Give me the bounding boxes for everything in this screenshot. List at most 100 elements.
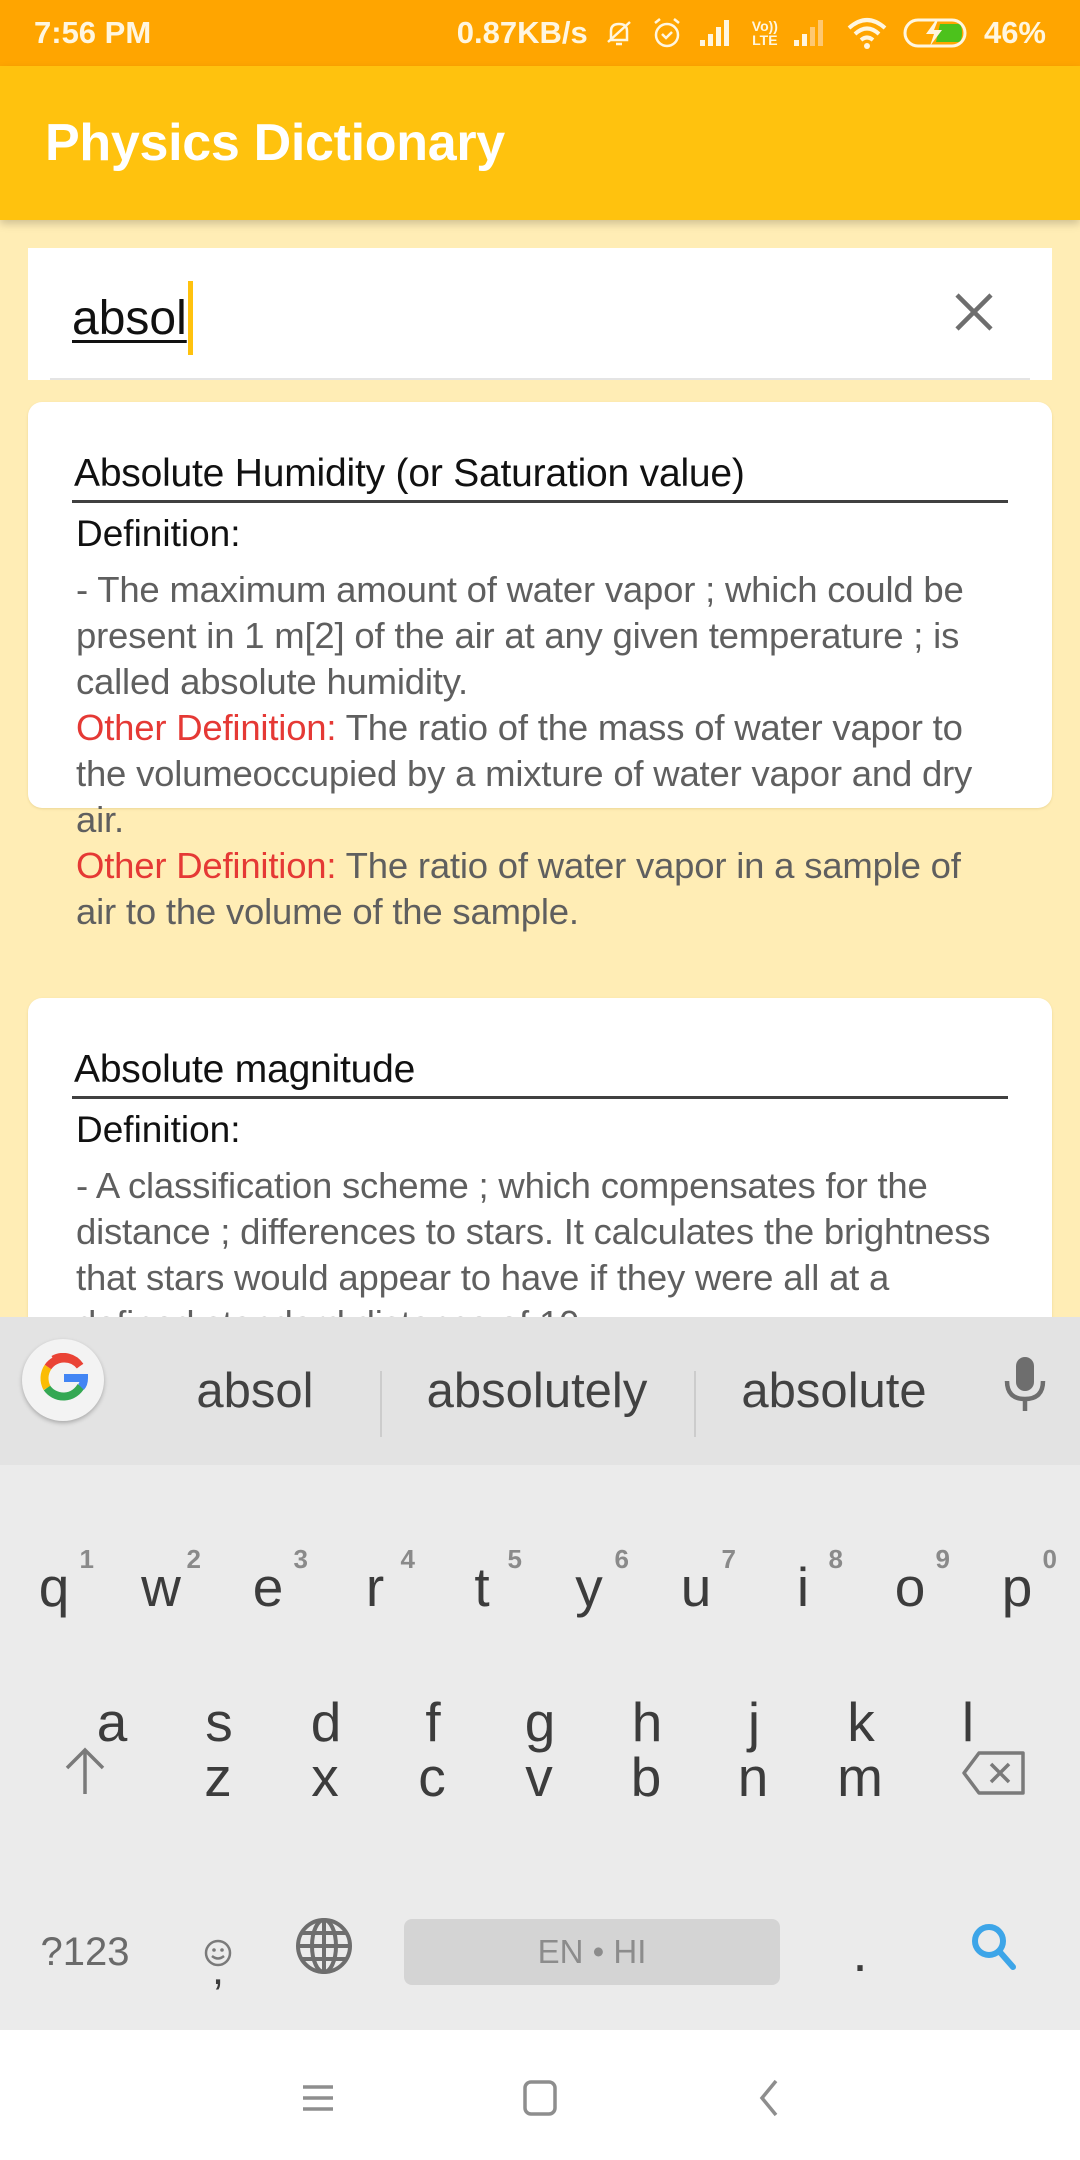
google-button[interactable] (22, 1339, 104, 1421)
status-time: 7:56 PM (34, 15, 152, 50)
symbols-key[interactable]: ?123 (35, 1887, 135, 2017)
app-bar: Physics Dictionary (0, 66, 1080, 220)
result-card[interactable]: Absolute magnitude Definition: - A class… (28, 998, 1052, 1317)
microphone-icon (1003, 1355, 1047, 1425)
key-hint: 5 (507, 1544, 522, 1574)
search-key[interactable] (944, 1887, 1044, 2017)
keyboard: absol absolutely absolute q1w2e3r4t5y6u7… (0, 1317, 1080, 2030)
key-hint: 2 (186, 1544, 201, 1574)
key-hint: 7 (721, 1544, 736, 1574)
back-icon (756, 2078, 780, 2123)
definition-text: - The maximum amount of water vapor ; wh… (76, 567, 1008, 935)
suggestion-item[interactable]: absolutely (382, 1317, 692, 1465)
app-title: Physics Dictionary (45, 114, 505, 172)
key-label: r (365, 1556, 385, 1618)
close-icon (953, 291, 995, 338)
key-v[interactable]: v (489, 1712, 589, 1842)
content-area: absol Absolute Humidity (or Saturation v… (0, 220, 1080, 1317)
other-definition-label: Other Definition: (76, 707, 337, 748)
search-input-value: absol (72, 291, 187, 345)
key-hint: 3 (293, 1544, 308, 1574)
suggestion-bar: absol absolutely absolute (0, 1317, 1080, 1465)
key-u[interactable]: u7 (646, 1522, 746, 1652)
wifi-icon (846, 16, 888, 50)
key-label: w (141, 1556, 181, 1618)
clear-search-button[interactable] (946, 286, 1002, 342)
period-key[interactable]: . (810, 1887, 910, 2017)
key-o[interactable]: o9 (860, 1522, 960, 1652)
home-button[interactable] (500, 2060, 580, 2140)
key-r[interactable]: r4 (325, 1522, 425, 1652)
shift-key[interactable] (35, 1712, 135, 1842)
key-y[interactable]: y6 (539, 1522, 639, 1652)
result-term: Absolute Humidity (or Saturation value) (72, 402, 1008, 503)
key-label: y (575, 1556, 603, 1618)
key-q[interactable]: q1 (4, 1522, 104, 1652)
key-hint: 0 (1042, 1544, 1057, 1574)
key-w[interactable]: w2 (111, 1522, 211, 1652)
search-icon (969, 1920, 1019, 1984)
key-label: t (474, 1556, 490, 1618)
recents-button[interactable] (278, 2060, 358, 2140)
key-c[interactable]: c (382, 1712, 482, 1842)
key-label: e (252, 1556, 284, 1618)
key-label: q (38, 1556, 70, 1618)
key-hint: 1 (79, 1544, 94, 1574)
backspace-icon (961, 1745, 1027, 1809)
key-e[interactable]: e3 (218, 1522, 318, 1652)
key-x[interactable]: x (275, 1712, 375, 1842)
status-icons: 0.87KB/s Vo)) LTE 46% (457, 15, 1046, 51)
key-i[interactable]: i8 (753, 1522, 853, 1652)
key-label: o (894, 1556, 926, 1618)
result-term: Absolute magnitude (72, 998, 1008, 1099)
language-key[interactable] (274, 1887, 374, 2017)
result-card[interactable]: Absolute Humidity (or Saturation value) … (28, 402, 1052, 932)
key-z[interactable]: z (168, 1712, 268, 1842)
back-button[interactable] (728, 2060, 808, 2140)
search-box: absol (28, 248, 1052, 380)
key-hint: 9 (935, 1544, 950, 1574)
key-t[interactable]: t5 (432, 1522, 532, 1652)
backspace-key[interactable] (944, 1712, 1044, 1842)
globe-icon (294, 1916, 354, 1989)
key-hint: 4 (400, 1544, 415, 1574)
shift-icon (63, 1745, 107, 1809)
key-n[interactable]: n (703, 1712, 803, 1842)
status-bar: 7:56 PM 0.87KB/s Vo)) LTE 46% (0, 0, 1080, 66)
suggestion-item[interactable]: absolute (694, 1317, 974, 1465)
other-definition-label: Other Definition: (76, 845, 337, 886)
navigation-bar (0, 2030, 1080, 2160)
signal-weak-icon (792, 18, 832, 48)
key-m[interactable]: m (810, 1712, 910, 1842)
definition-text: - A classification scheme ; which compen… (76, 1163, 1008, 1317)
key-label: p (1001, 1556, 1033, 1618)
space-key[interactable]: EN • HI (404, 1919, 780, 1985)
text-cursor (187, 281, 193, 355)
voice-input-button[interactable] (995, 1355, 1055, 1425)
key-label: u (680, 1556, 712, 1618)
key-p[interactable]: p0 (967, 1522, 1067, 1652)
key-hint: 8 (828, 1544, 843, 1574)
alarm-icon (650, 16, 684, 50)
key-label: i (796, 1556, 810, 1618)
definition-main: - A classification scheme ; which compen… (76, 1165, 991, 1317)
key-b[interactable]: b (596, 1712, 696, 1842)
suggestion-item[interactable]: absol (130, 1317, 380, 1465)
home-icon (522, 2079, 558, 2122)
network-speed: 0.87KB/s (456, 15, 588, 50)
key-hint: 6 (614, 1544, 629, 1574)
volte-icon: Vo)) LTE (751, 18, 778, 48)
definition-label: Definition: (76, 1109, 241, 1150)
search-underline (50, 378, 1030, 380)
search-input[interactable]: absol (72, 281, 193, 355)
bell-muted-icon (602, 16, 636, 50)
comma-label: , (211, 1945, 225, 1994)
definition-main: - The maximum amount of water vapor ; wh… (76, 569, 964, 702)
menu-icon (301, 2081, 335, 2120)
comma-emoji-key[interactable]: , (168, 1887, 268, 2017)
google-logo-icon (38, 1352, 89, 1408)
battery-charging-icon (902, 16, 970, 50)
definition-label: Definition: (76, 513, 241, 554)
signal-icon (698, 18, 738, 48)
battery-percent: 46% (983, 15, 1046, 50)
